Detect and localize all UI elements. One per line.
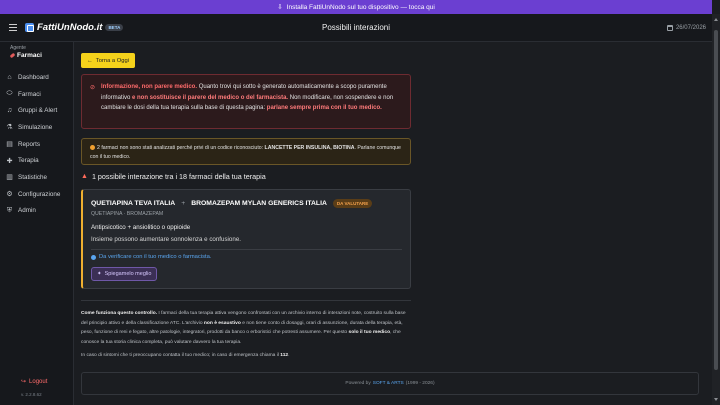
date-text: 26/07/2026 xyxy=(675,24,706,31)
verify-note: Da verificare con il tuo medico o farmac… xyxy=(91,254,211,260)
sidebar-item-statistiche[interactable]: ▥ Statistiche xyxy=(0,169,74,186)
gear-icon: ⚙ xyxy=(6,191,13,199)
emergency-note: In caso di sintomi che ti preoccupano co… xyxy=(81,353,290,358)
sidebar-item-simulazione[interactable]: ⚗ Simulazione xyxy=(0,119,74,136)
interactions-summary: ▲ 1 possibile interazione tra i 18 farma… xyxy=(81,172,266,181)
emergency-text: In caso di sintomi che ti preoccupano co… xyxy=(81,353,281,358)
logout-icon: ↪ xyxy=(21,379,27,385)
interaction-title: QUETIAPINA TEVA ITALIA + BROMAZEPAM MYLA… xyxy=(91,199,373,208)
shield-icon: ⛨ xyxy=(6,206,13,214)
install-banner-text: Installa FattiUnNodo sul tuo dispositivo… xyxy=(286,3,435,11)
sidebar-item-configurazione[interactable]: ⚙ Configurazione xyxy=(0,186,74,203)
sidebar: Agente Farmaci ⌂ Dashboard ⬭ Farmaci ♫ Grup… xyxy=(0,42,74,405)
scroll-up-icon[interactable] xyxy=(714,18,718,21)
drug-a: QUETIAPINA TEVA ITALIA xyxy=(91,200,176,207)
logo-text: FattiUnNodo.it xyxy=(37,22,103,33)
verify-text: Da verificare con il tuo medico o farmac… xyxy=(99,254,212,260)
agent-selector[interactable]: Farmaci xyxy=(9,52,42,59)
medkit-icon: ✚ xyxy=(6,157,13,165)
warning-triangle-icon: ▲ xyxy=(81,173,88,180)
arrow-left-icon: ← xyxy=(87,57,93,64)
interaction-card: QUETIAPINA TEVA ITALIA + BROMAZEPAM MYLA… xyxy=(81,189,411,289)
menu-icon[interactable] xyxy=(9,24,17,31)
sparkle-icon: ✦ xyxy=(97,271,102,277)
sidebar-item-label: Configurazione xyxy=(18,190,61,198)
summary-text: 1 possibile interazione tra i 18 farmaci… xyxy=(91,172,266,181)
footer: Powered by SOFT & ARTS (1999 - 2026) xyxy=(81,372,699,395)
info-icon xyxy=(90,145,95,150)
file-icon: ▤ xyxy=(6,141,13,149)
calendar-icon xyxy=(666,24,673,31)
bell-icon: ♫ xyxy=(6,107,13,115)
explain-button[interactable]: ✦ Spiegamelo meglio xyxy=(91,267,158,281)
sidebar-item-admin[interactable]: ⛨ Admin xyxy=(0,203,74,220)
logout-button[interactable]: ↪ Logout xyxy=(21,378,48,386)
explain-button-label: Spiegamelo meglio xyxy=(104,271,152,277)
pill-icon: ⬭ xyxy=(6,90,13,98)
card-divider xyxy=(91,249,402,250)
section-divider xyxy=(81,300,411,301)
emergency-number: 112 xyxy=(280,353,289,358)
sidebar-item-label: Gruppi & Alert xyxy=(18,107,58,115)
interaction-description: Insieme possono aumentare sonnolenza e c… xyxy=(91,236,241,243)
info-strong: non è esaustivo xyxy=(203,320,241,326)
sidebar-item-label: Terapia xyxy=(18,157,39,165)
notice-text: 2 farmaci non sono stati analizzati perc… xyxy=(97,145,265,151)
sidebar-item-farmaci[interactable]: ⬭ Farmaci xyxy=(0,86,74,103)
emergency-end: . xyxy=(288,353,290,358)
app-version: v. 2.2.8.62 xyxy=(21,392,42,397)
sidebar-item-label: Farmaci xyxy=(18,90,41,98)
current-date: 26/07/2026 xyxy=(666,24,706,31)
interaction-classes: Antipsicotico + ansiolitico o oppioide xyxy=(91,224,191,231)
unanalyzed-drugs-notice: 2 farmaci non sono stati analizzati perc… xyxy=(81,138,411,165)
sidebar-item-label: Statistiche xyxy=(18,173,48,181)
sidebar-item-label: Dashboard xyxy=(18,73,49,81)
plus-sign: + xyxy=(181,200,186,207)
logo[interactable]: FattiUnNodo.it BETA xyxy=(25,22,124,33)
sidebar-item-terapia[interactable]: ✚ Terapia xyxy=(0,152,74,169)
warning-circle-icon: ⊘ xyxy=(90,85,96,91)
info-strong-2: solo il tuo medico xyxy=(348,330,391,335)
page-scrollbar[interactable] xyxy=(712,14,720,405)
agent-value: Farmaci xyxy=(17,52,42,59)
footer-prefix: Powered by xyxy=(345,381,371,386)
sidebar-item-label: Simulazione xyxy=(18,123,53,131)
drug-b: BROMAZEPAM MYLAN GENERICS ITALIA xyxy=(191,200,327,207)
footer-years: (1999 - 2026) xyxy=(405,381,435,386)
sidebar-item-dashboard[interactable]: ⌂ Dashboard xyxy=(0,69,74,86)
notice-drugs: LANCETTE PER INSULINA, BIOTINA xyxy=(264,145,355,151)
sidebar-item-label: Admin xyxy=(18,207,36,215)
back-button-label: Torna a Oggi xyxy=(95,57,129,64)
logo-icon xyxy=(25,23,34,32)
disclaimer-strong: Informazione, non parere medico. xyxy=(101,84,198,90)
back-to-today-button[interactable]: ← Torna a Oggi xyxy=(81,53,135,68)
top-bar: FattiUnNodo.it BETA Possibili interazion… xyxy=(0,14,712,42)
user-icon xyxy=(91,254,96,260)
install-banner[interactable]: ⇩ Installa FattiUnNodo sul tuo dispositi… xyxy=(0,0,712,14)
disclaimer-strong-2: e non sostituisce il parere del medico o… xyxy=(132,94,289,101)
scroll-down-icon[interactable] xyxy=(714,398,718,401)
how-it-works-text: Come funziona questo controllo. I farmac… xyxy=(81,309,411,347)
active-ingredients: QUETIAPINA · BROMAZEPAM xyxy=(91,211,164,217)
how-it-works-heading: Come funziona questo controllo. xyxy=(81,311,158,316)
disclaimer-strong-3: parlane sempre prima con il tuo medico. xyxy=(266,105,382,111)
flask-icon: ⚗ xyxy=(6,124,13,132)
home-icon: ⌂ xyxy=(7,73,12,81)
agent-label: Agente xyxy=(10,45,26,51)
sidebar-item-reports[interactable]: ▤ Reports xyxy=(0,136,74,153)
beta-badge: BETA xyxy=(105,24,124,31)
footer-link[interactable]: SOFT & ARTS xyxy=(373,381,404,386)
logout-label: Logout xyxy=(29,378,48,385)
sidebar-item-gruppi-alert[interactable]: ♫ Gruppi & Alert xyxy=(0,102,74,119)
chart-icon: ▥ xyxy=(6,174,13,182)
pill-icon xyxy=(9,52,16,59)
sidebar-nav: ⌂ Dashboard ⬭ Farmaci ♫ Gruppi & Alert ⚗ Sim… xyxy=(0,69,74,219)
scroll-thumb[interactable] xyxy=(714,30,718,370)
sidebar-item-label: Reports xyxy=(18,140,41,148)
status-badge: DA VALUTARE xyxy=(332,199,373,208)
medical-disclaimer-alert: ⊘ Informazione, non parere medico. Quant… xyxy=(81,74,411,129)
download-icon: ⇩ xyxy=(277,4,283,11)
